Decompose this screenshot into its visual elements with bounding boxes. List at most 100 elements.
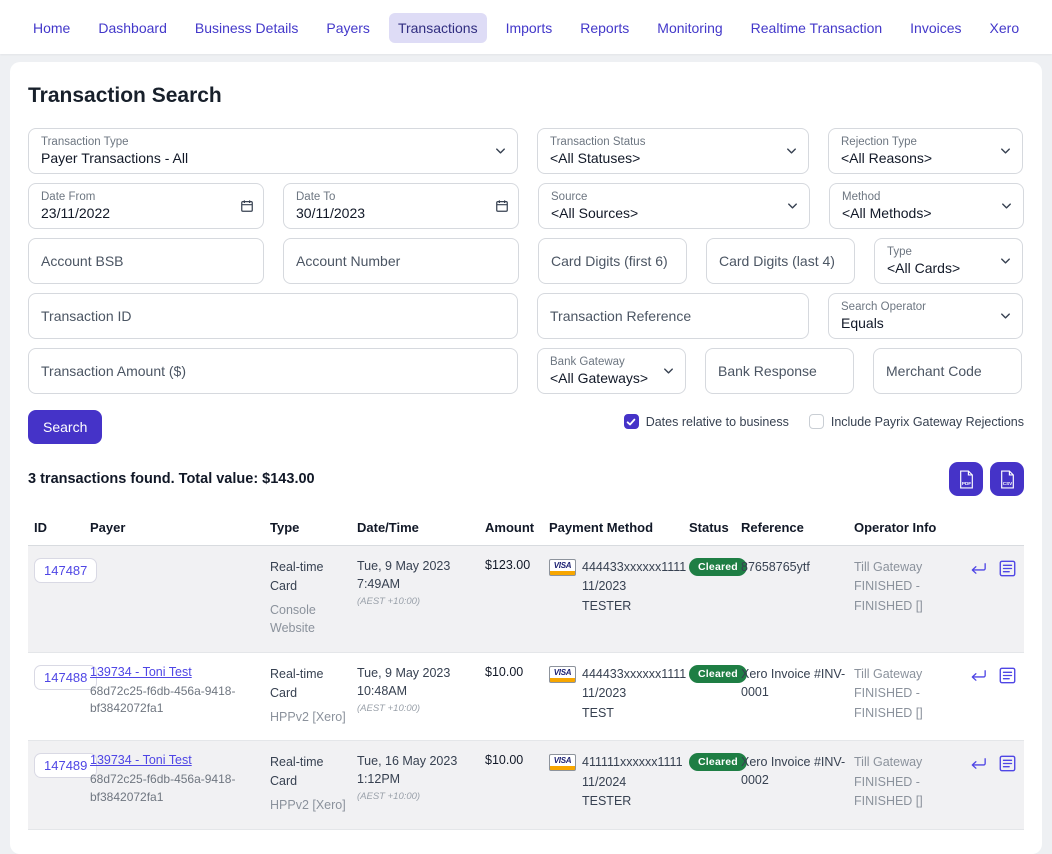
details-button[interactable] — [999, 755, 1016, 772]
payer-cell — [90, 558, 270, 562]
card-digits-last4-field[interactable] — [706, 238, 855, 284]
reference-cell: Xero Invoice #INV-0002 — [741, 753, 854, 789]
checkbox-unchecked-icon[interactable] — [809, 414, 824, 429]
field-label: Method — [842, 190, 1011, 204]
bank-gateway-select[interactable]: Bank Gateway <All Gateways> — [537, 348, 686, 394]
status-badge: Cleared — [689, 558, 747, 576]
col-type: Type — [270, 520, 357, 535]
account-number-input[interactable] — [296, 253, 506, 269]
amount-cell: $10.00 — [485, 753, 549, 767]
payer-cell: 139734 - Toni Test 68d72c25-f6db-456a-94… — [90, 665, 270, 718]
checkbox-checked-icon[interactable] — [624, 414, 639, 429]
transaction-id-input[interactable] — [41, 308, 505, 324]
payment-method-cell: VISA 444433xxxxxx1111 11/2023 TESTER — [549, 558, 689, 616]
payer-link[interactable]: 139734 - Toni Test — [90, 753, 192, 767]
transaction-reference-input[interactable] — [550, 308, 796, 324]
bank-response-input[interactable] — [718, 363, 841, 379]
chevron-down-icon — [784, 144, 799, 159]
operator-info-cell: Till Gateway FINISHED - FINISHED [] — [854, 665, 956, 723]
source-select[interactable]: Source <All Sources> — [538, 183, 810, 229]
date-to-input[interactable]: Date To 30/11/2023 — [283, 183, 519, 229]
card-expiry: 11/2023 — [582, 577, 686, 596]
nav-monitoring[interactable]: Monitoring — [648, 13, 731, 43]
merchant-code-input[interactable] — [886, 363, 1009, 379]
calendar-icon[interactable] — [495, 199, 509, 213]
table-row: 147487 Real-time Card Console Website Tu… — [28, 546, 1024, 653]
transaction-status-select[interactable]: Transaction Status <All Statuses> — [537, 128, 809, 174]
nav-payers[interactable]: Payers — [317, 13, 379, 43]
nav-realtime-transaction[interactable]: Realtime Transaction — [742, 13, 892, 43]
field-value: <All Methods> — [842, 204, 1011, 222]
status-badge: Cleared — [689, 753, 747, 771]
rejection-type-select[interactable]: Rejection Type <All Reasons> — [828, 128, 1023, 174]
svg-text:PDF: PDF — [961, 480, 970, 485]
nav-dashboard[interactable]: Dashboard — [89, 13, 176, 43]
details-button[interactable] — [999, 667, 1016, 684]
transaction-id-field[interactable] — [28, 293, 518, 339]
refund-button[interactable] — [969, 756, 988, 772]
nav-xero[interactable]: Xero — [981, 13, 1029, 43]
chevron-down-icon — [493, 144, 508, 159]
field-value: <All Gateways> — [550, 369, 673, 387]
visa-card-icon: VISA — [549, 754, 576, 771]
card-type-select[interactable]: Type <All Cards> — [874, 238, 1023, 284]
transaction-id-link[interactable]: 147488 — [34, 665, 97, 690]
include-payrix-rejections-checkbox[interactable]: Include Payrix Gateway Rejections — [809, 414, 1024, 429]
col-amount: Amount — [485, 520, 549, 535]
filter-row-3: Type <All Cards> — [28, 238, 1024, 284]
return-arrow-icon — [969, 668, 988, 684]
transactions-table: ID Payer Type Date/Time Amount Payment M… — [28, 512, 1024, 830]
reference-cell: 87658765ytf — [741, 558, 854, 576]
merchant-code-field[interactable] — [873, 348, 1022, 394]
journal-text-icon — [999, 667, 1016, 684]
nav-business-details[interactable]: Business Details — [186, 13, 308, 43]
refund-button[interactable] — [969, 561, 988, 577]
operator-info-cell: Till Gateway FINISHED - FINISHED [] — [854, 753, 956, 811]
card-digits-first6-input[interactable] — [551, 253, 674, 269]
date-from-input[interactable]: Date From 23/11/2022 — [28, 183, 264, 229]
nav-reports[interactable]: Reports — [571, 13, 638, 43]
col-operator-info: Operator Info — [854, 520, 956, 535]
search-operator-select[interactable]: Search Operator Equals — [828, 293, 1023, 339]
method-select[interactable]: Method <All Methods> — [829, 183, 1024, 229]
type-cell: Real-time Card HPPv2 [Xero] — [270, 753, 357, 814]
field-label: Source — [551, 190, 797, 204]
account-bsb-field[interactable] — [28, 238, 264, 284]
export-csv-button[interactable]: CSV — [990, 462, 1024, 496]
payer-cell: 139734 - Toni Test 68d72c25-f6db-456a-94… — [90, 753, 270, 806]
field-label: Date From — [41, 190, 251, 204]
payment-method-cell: VISA 411111xxxxxx1111 11/2024 TESTER — [549, 753, 689, 811]
nav-home[interactable]: Home — [24, 13, 79, 43]
chevron-down-icon — [999, 199, 1014, 214]
nav-transactions[interactable]: Transactions — [389, 13, 487, 43]
search-button[interactable]: Search — [28, 410, 102, 444]
filter-row-5: Bank Gateway <All Gateways> — [28, 348, 1024, 394]
datetime-cell: Tue, 9 May 2023 10:48AM (AEST +10:00) — [357, 665, 485, 714]
card-digits-first6-field[interactable] — [538, 238, 687, 284]
bank-response-field[interactable] — [705, 348, 854, 394]
chevron-down-icon — [998, 254, 1013, 269]
dates-relative-checkbox[interactable]: Dates relative to business — [624, 414, 789, 429]
card-digits-last4-input[interactable] — [719, 253, 842, 269]
calendar-icon[interactable] — [240, 199, 254, 213]
transaction-reference-field[interactable] — [537, 293, 809, 339]
payer-link[interactable]: 139734 - Toni Test — [90, 665, 192, 679]
nav-invoices[interactable]: Invoices — [901, 13, 970, 43]
visa-card-icon: VISA — [549, 559, 576, 576]
nav-imports[interactable]: Imports — [497, 13, 562, 43]
transaction-id-link[interactable]: 147489 — [34, 753, 97, 778]
journal-text-icon — [999, 560, 1016, 577]
payer-uuid: 68d72c25-f6db-456a-9418-bf3842072fa1 — [90, 683, 262, 718]
field-value: Payer Transactions - All — [41, 149, 505, 167]
account-number-field[interactable] — [283, 238, 519, 284]
account-bsb-input[interactable] — [41, 253, 251, 269]
details-button[interactable] — [999, 560, 1016, 577]
results-header: 3 transactions found. Total value: $143.… — [28, 462, 1024, 496]
refund-button[interactable] — [969, 668, 988, 684]
transaction-type-select[interactable]: Transaction Type Payer Transactions - Al… — [28, 128, 518, 174]
transaction-amount-input[interactable] — [41, 363, 505, 379]
export-pdf-button[interactable]: PDF — [949, 462, 983, 496]
transaction-id-link[interactable]: 147487 — [34, 558, 97, 583]
col-payment-method: Payment Method — [549, 520, 689, 535]
transaction-amount-field[interactable] — [28, 348, 518, 394]
